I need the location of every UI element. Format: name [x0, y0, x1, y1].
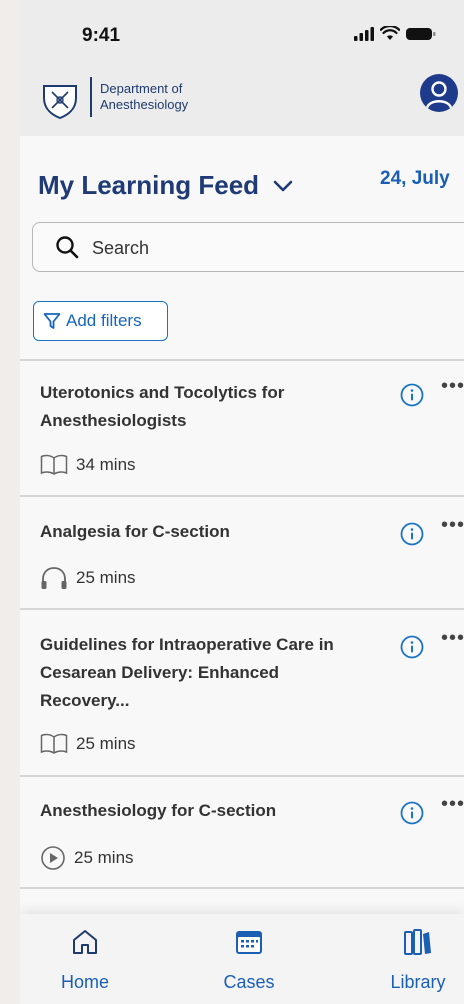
item-duration: 25 mins	[76, 734, 136, 753]
divider	[20, 608, 464, 610]
item-duration: 25 mins	[76, 568, 136, 587]
info-icon[interactable]	[400, 801, 424, 825]
department-line2: Anesthesiology	[100, 97, 189, 112]
app-screen: 9:41 Department of Anesthesiology My Lea…	[20, 0, 464, 1004]
more-options-icon[interactable]: •••	[441, 627, 464, 650]
item-duration: 25 mins	[74, 848, 134, 867]
department-shield-logo-icon	[43, 85, 77, 120]
status-icons	[354, 26, 436, 41]
item-meta: 25 mins	[40, 845, 134, 871]
item-title: Uterotonics and Tocolytics for Anesthesi…	[40, 383, 285, 430]
nav-cases-label: Cases	[223, 972, 275, 992]
bottom-navigation: Home Cases Library	[20, 914, 464, 1004]
search-icon	[56, 236, 79, 259]
add-filters-button[interactable]: Add filters	[33, 301, 168, 341]
user-avatar-button[interactable]	[420, 74, 458, 112]
divider	[20, 887, 464, 889]
info-icon[interactable]	[400, 383, 424, 407]
department-name: Department of Anesthesiology	[100, 81, 188, 113]
status-time: 9:41	[82, 25, 121, 46]
divider	[20, 775, 464, 777]
item-meta: 25 mins	[40, 566, 136, 590]
status-bar: 9:41	[20, 0, 464, 70]
more-options-icon[interactable]: •••	[441, 793, 464, 816]
item-meta: 25 mins	[40, 733, 136, 755]
department-line1: Department of	[100, 81, 183, 96]
filter-icon	[43, 313, 61, 329]
logo-divider	[90, 77, 92, 117]
headphones-icon	[41, 567, 67, 589]
book-icon	[40, 454, 68, 475]
feed-selector[interactable]: My Learning Feed	[38, 170, 293, 201]
info-icon[interactable]	[400, 522, 424, 546]
item-title: Analgesia for C-section	[40, 522, 230, 541]
add-filters-label: Add filters	[66, 311, 142, 330]
item-title: Anesthesiology for C-section	[40, 801, 277, 820]
search-placeholder: Search	[92, 238, 150, 258]
item-meta: 34 mins	[40, 454, 136, 476]
item-duration: 34 mins	[76, 455, 136, 474]
user-icon	[425, 81, 453, 109]
divider	[20, 359, 464, 361]
signal-icon	[354, 26, 374, 41]
more-options-icon[interactable]: •••	[441, 514, 464, 537]
item-title: Guidelines for Intraoperative Care in Ce…	[40, 635, 334, 710]
play-icon	[41, 846, 65, 870]
books-icon	[404, 929, 431, 955]
feed-date[interactable]: 24, July	[380, 168, 450, 190]
nav-library-label: Library	[390, 972, 446, 992]
home-icon	[73, 930, 97, 954]
nav-home-label: Home	[60, 972, 109, 992]
more-options-icon[interactable]: •••	[441, 375, 464, 398]
chevron-down-icon	[273, 180, 293, 191]
feed-title: My Learning Feed	[38, 170, 260, 200]
calendar-icon	[236, 931, 262, 954]
book-icon	[40, 733, 68, 754]
divider	[20, 495, 464, 497]
info-icon[interactable]	[400, 635, 424, 659]
search-input[interactable]: Search	[32, 222, 464, 272]
wifi-icon	[380, 26, 400, 40]
battery-icon	[406, 27, 436, 40]
app-header: Department of Anesthesiology	[20, 70, 464, 136]
